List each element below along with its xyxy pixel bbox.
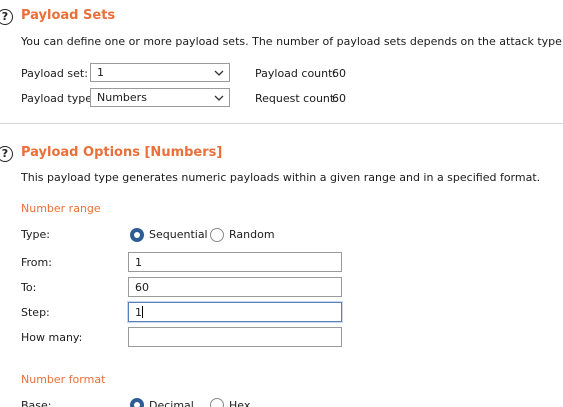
request-count-label: Request count: (255, 92, 338, 105)
from-label: From: (21, 256, 52, 269)
from-value: 1 (135, 256, 142, 269)
payload-type-label: Payload type: (21, 92, 96, 105)
base-label: Base: (21, 399, 52, 407)
number-range-heading: Number range (21, 202, 101, 215)
payload-count-value: 60 (332, 67, 346, 80)
text-caret (142, 306, 143, 318)
payload-options-title: Payload Options [Numbers] (21, 145, 223, 160)
chevron-down-icon (214, 70, 224, 76)
help-icon[interactable]: ? (0, 146, 13, 162)
how-many-label: How many: (21, 331, 83, 344)
payload-set-label: Payload set: (21, 67, 88, 80)
random-radio[interactable] (210, 228, 224, 242)
request-count-value: 60 (332, 92, 346, 105)
to-input[interactable]: 60 (128, 277, 342, 297)
payload-type-value: Numbers (97, 91, 147, 104)
chevron-down-icon (214, 95, 224, 101)
section-divider (0, 123, 563, 124)
step-value-wrap: 1 (135, 306, 143, 319)
payload-options-description: This payload type generates numeric payl… (21, 171, 541, 184)
type-label: Type: (21, 228, 50, 241)
hex-label[interactable]: Hex (229, 399, 250, 407)
how-many-input[interactable] (128, 327, 342, 347)
payload-sets-title: Payload Sets (21, 8, 116, 23)
decimal-label[interactable]: Decimal (149, 399, 194, 407)
number-format-heading: Number format (21, 373, 106, 386)
payload-set-value: 1 (97, 66, 104, 79)
payload-type-select[interactable]: Numbers (90, 88, 230, 107)
help-icon[interactable]: ? (0, 9, 13, 25)
to-label: To: (21, 281, 37, 294)
payload-set-select[interactable]: 1 (90, 63, 230, 82)
decimal-radio[interactable] (130, 398, 144, 407)
step-label: Step: (21, 306, 50, 319)
sequential-label[interactable]: Sequential (149, 228, 208, 241)
sequential-radio[interactable] (130, 228, 144, 242)
from-input[interactable]: 1 (128, 252, 342, 272)
hex-radio[interactable] (210, 398, 224, 407)
intruder-payloads-panel: ? Payload Sets You can define one or mor… (0, 0, 563, 407)
step-value: 1 (135, 306, 142, 319)
step-input[interactable]: 1 (128, 302, 342, 322)
to-value: 60 (135, 281, 149, 294)
payload-count-label: Payload count: (255, 67, 337, 80)
payload-sets-description: You can define one or more payload sets.… (21, 35, 563, 48)
random-label[interactable]: Random (229, 228, 275, 241)
